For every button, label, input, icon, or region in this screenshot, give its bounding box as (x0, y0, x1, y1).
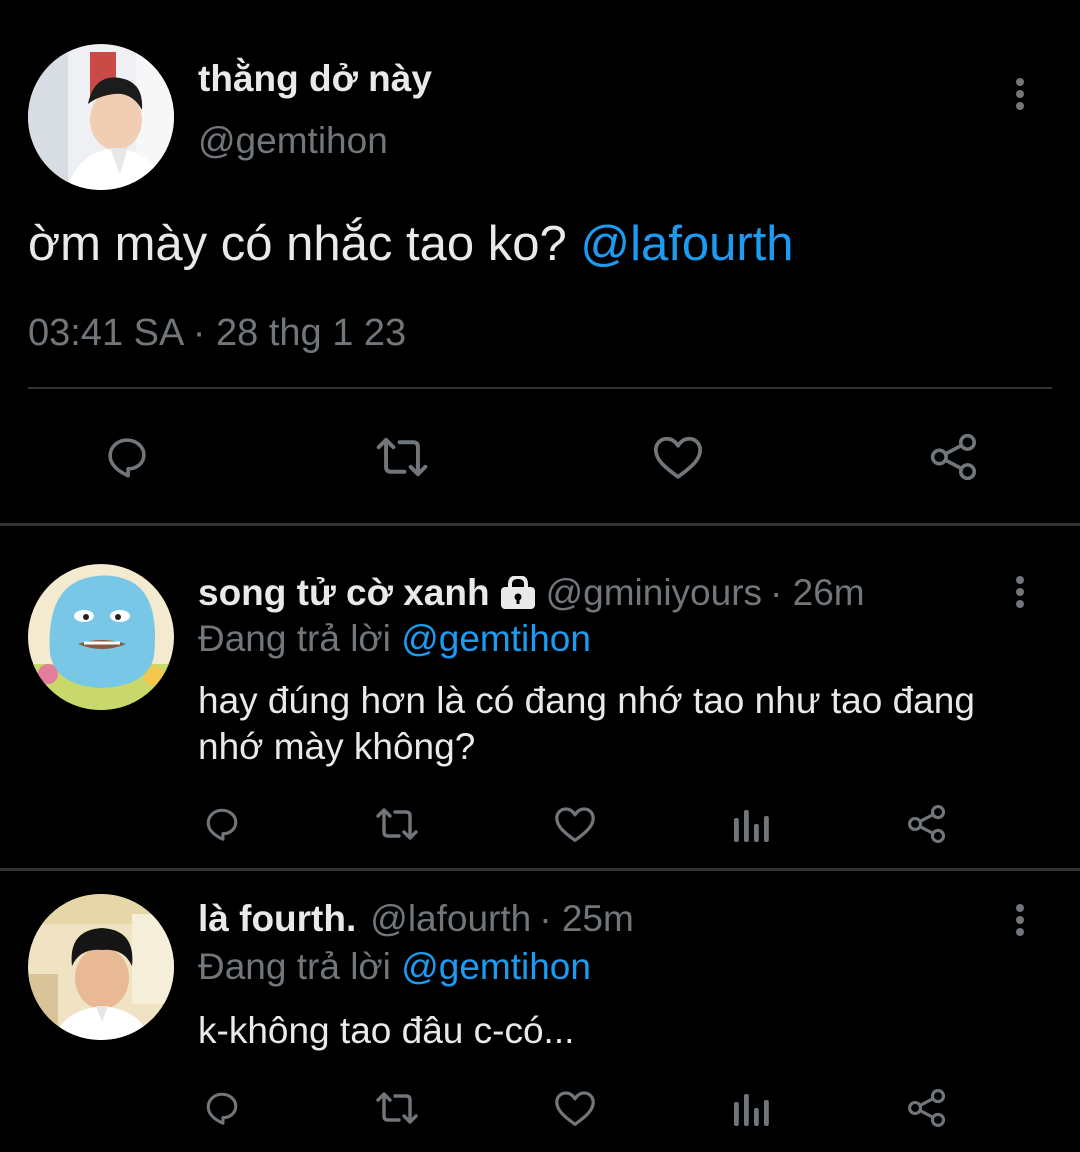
mention-link[interactable]: @lafourth (580, 217, 793, 271)
like-icon[interactable] (552, 802, 598, 846)
divider (0, 523, 1080, 526)
reply-handle[interactable]: @lafourth (370, 898, 531, 940)
reply-display-name[interactable]: là fourth. (198, 898, 356, 940)
reply-text: k-không tao đâu c-có... (198, 1010, 575, 1051)
tweet-text: ờm mày có nhắc tao ko? @lafourth (28, 216, 794, 272)
replying-mention[interactable]: @gemtihon (401, 618, 591, 659)
more-options-icon[interactable] (1010, 72, 1030, 116)
more-options-icon[interactable] (1010, 898, 1030, 942)
divider (28, 387, 1052, 389)
tweet-body: ờm mày có nhắc tao ko? (28, 217, 567, 271)
lock-icon (500, 574, 536, 610)
author-display-name[interactable]: thằng dở này (198, 58, 432, 100)
share-icon[interactable] (926, 430, 982, 484)
reply-handle[interactable]: @gminiyours (546, 572, 762, 614)
replying-prefix: Đang trả lời (198, 618, 391, 659)
retweet-icon[interactable] (372, 1086, 422, 1130)
replying-prefix: Đang trả lời (198, 946, 391, 987)
reply-time: · 26m (770, 572, 865, 613)
like-icon[interactable] (552, 1086, 598, 1130)
reply-display-name[interactable]: song tử cờ xanh (198, 572, 490, 614)
share-icon[interactable] (904, 1086, 950, 1130)
author-avatar[interactable] (28, 44, 174, 190)
analytics-icon[interactable] (730, 802, 770, 846)
tweet-timestamp[interactable]: 03:41 SA · 28 thg 1 23 (28, 312, 406, 355)
author-handle[interactable]: @gemtihon (198, 120, 388, 162)
reply-text: hay đúng hơn là có đang nhớ tao như tao … (198, 680, 975, 767)
reply-avatar[interactable] (28, 894, 174, 1040)
more-options-icon[interactable] (1010, 570, 1030, 614)
share-icon[interactable] (904, 802, 950, 846)
reply-header: song tử cờ xanh @gminiyours · 26m (198, 572, 865, 614)
reply-icon[interactable] (100, 430, 154, 484)
reply-icon[interactable] (200, 802, 244, 846)
reply-avatar[interactable] (28, 564, 174, 710)
reply-icon[interactable] (200, 1086, 244, 1130)
reply-header: là fourth. @lafourth · 25m (198, 898, 634, 940)
retweet-icon[interactable] (372, 430, 432, 484)
replying-to: Đang trả lời @gemtihon (198, 618, 591, 660)
replying-to: Đang trả lời @gemtihon (198, 946, 591, 988)
retweet-icon[interactable] (372, 802, 422, 846)
reply-time: · 25m (539, 898, 634, 939)
replying-mention[interactable]: @gemtihon (401, 946, 591, 987)
analytics-icon[interactable] (730, 1086, 770, 1130)
like-icon[interactable] (650, 430, 706, 484)
divider (0, 868, 1080, 871)
